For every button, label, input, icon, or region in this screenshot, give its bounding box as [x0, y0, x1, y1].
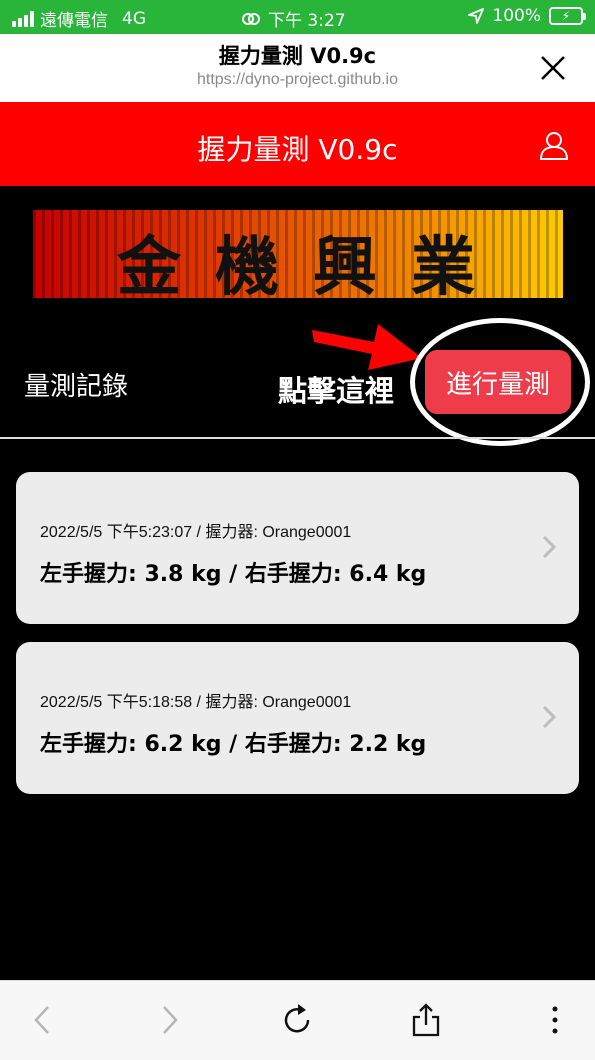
network-type: 4G	[122, 8, 146, 29]
record-meta: 2022/5/5 下午5:18:58 / 握力器: Orange0001	[40, 694, 352, 711]
link-icon	[242, 12, 260, 25]
record-meta: 2022/5/5 下午5:23:07 / 握力器: Orange0001	[40, 524, 352, 541]
chevron-right-icon	[542, 535, 557, 559]
status-right: 100% ⚡	[468, 6, 586, 26]
status-time: 下午 3:27	[268, 11, 346, 31]
records-label: 量測記錄	[24, 372, 129, 402]
chevron-right-icon	[542, 705, 557, 729]
record-value: 左手握力: 6.2 kg / 右手握力: 2.2 kg	[40, 732, 427, 757]
reload-icon[interactable]	[281, 1001, 315, 1039]
divider	[0, 437, 595, 439]
browser-toolbar	[0, 980, 595, 1060]
measure-button[interactable]: 進行量測	[425, 350, 571, 414]
app-header: 握力量測 V0.9c	[0, 102, 595, 186]
click-hint: 點擊這裡	[278, 374, 395, 408]
status-bar: 遠傳電信 4G 下午 3:27 100% ⚡	[0, 0, 595, 34]
signal-icon	[12, 10, 34, 27]
browser-page-title: 握力量測 V0.9c	[218, 44, 377, 68]
forward-icon[interactable]	[152, 1001, 186, 1039]
battery-icon: ⚡	[549, 7, 586, 25]
share-icon[interactable]	[409, 1001, 443, 1039]
banner-text: 金機興業	[117, 230, 509, 298]
location-icon	[468, 8, 485, 24]
status-center: 下午 3:27	[240, 6, 346, 31]
browser-url[interactable]: https://dyno-project.github.io	[0, 71, 595, 89]
browser-header: 握力量測 V0.9c https://dyno-project.github.i…	[0, 34, 595, 102]
app-title: 握力量測 V0.9c	[197, 133, 398, 166]
record-value: 左手握力: 3.8 kg / 右手握力: 6.4 kg	[40, 562, 427, 587]
battery-percent: 100%	[492, 6, 541, 26]
record-card[interactable]: 2022/5/5 下午5:23:07 / 握力器: Orange0001 左手握…	[16, 472, 579, 624]
back-icon[interactable]	[26, 1001, 60, 1039]
record-card[interactable]: 2022/5/5 下午5:18:58 / 握力器: Orange0001 左手握…	[16, 642, 579, 794]
user-icon[interactable]	[539, 130, 569, 160]
close-icon[interactable]	[539, 54, 567, 82]
status-left: 遠傳電信 4G	[12, 6, 146, 31]
more-icon[interactable]	[538, 1001, 572, 1039]
carrier-name: 遠傳電信	[40, 11, 108, 31]
brand-banner: 金機興業	[33, 210, 563, 298]
